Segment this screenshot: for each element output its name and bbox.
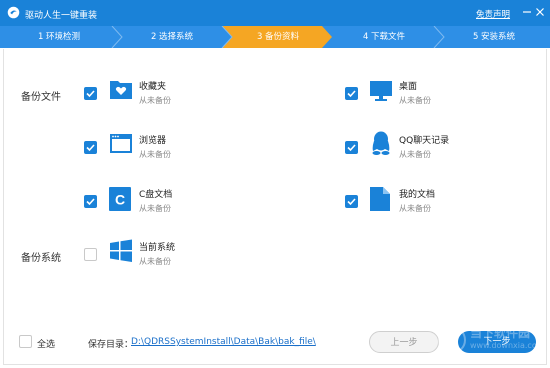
disclaimer-link[interactable]: 免责声明 — [476, 8, 510, 20]
browser-name: 浏览器 — [139, 136, 167, 146]
qq-status: 从未备份 — [399, 150, 431, 159]
mydocs-name: 我的文档 — [399, 190, 436, 200]
check-icon — [86, 90, 95, 98]
watermark-title: 当下软件园 — [470, 326, 531, 340]
step-5: 5 安装系统 — [472, 32, 516, 42]
save-directory-label: 保存目录： — [88, 340, 134, 350]
desktop-checkbox[interactable] — [345, 87, 358, 100]
cdrive-checkbox[interactable] — [84, 195, 97, 208]
monitor-icon — [370, 81, 392, 101]
watermark: 当下软件园 www.downxia.com — [438, 322, 545, 360]
mydocs-status: 从未备份 — [399, 204, 431, 213]
check-icon — [347, 90, 356, 98]
favorites-status: 从未备份 — [139, 96, 171, 105]
qq-checkbox[interactable] — [345, 141, 358, 154]
desktop-status: 从未备份 — [399, 96, 431, 105]
backup-system-label: 备份系统 — [21, 253, 61, 264]
mydocs-checkbox[interactable] — [345, 195, 358, 208]
step-3: 3 备份资料 — [256, 32, 300, 42]
title-bar: 驱动人生一键重装 免责声明 — [0, 0, 550, 26]
watermark-logo-icon — [438, 326, 466, 354]
system-checkbox[interactable] — [84, 248, 97, 261]
check-icon — [86, 198, 95, 206]
folder-heart-icon — [110, 81, 132, 99]
window-title: 驱动人生一键重装 — [25, 11, 98, 21]
close-icon[interactable] — [534, 6, 546, 18]
select-all-checkbox[interactable] — [19, 335, 32, 348]
select-all-label: 全选 — [37, 340, 56, 350]
check-icon — [86, 144, 95, 152]
step-4: 4 下载文件 — [362, 32, 406, 42]
system-status: 从未备份 — [139, 257, 171, 266]
svg-text:C: C — [115, 192, 125, 208]
qq-name: QQ聊天记录 — [399, 136, 450, 146]
windows-logo-icon — [110, 239, 132, 262]
save-path-link[interactable]: D:\QDRSSystemInstall\Data\Bak\bak_file\ — [131, 337, 316, 347]
system-name: 当前系统 — [139, 243, 176, 253]
browser-status: 从未备份 — [139, 150, 171, 159]
minimize-icon[interactable] — [521, 6, 533, 18]
browser-window-icon — [110, 134, 132, 153]
step-bar: 1 环境检测 2 选择系统 3 备份资料 4 下载文件 5 安装系统 — [0, 26, 550, 48]
app-logo-icon — [7, 6, 20, 19]
prev-button[interactable]: 上一步 — [369, 331, 439, 353]
check-icon — [347, 144, 356, 152]
desktop-name: 桌面 — [399, 82, 418, 92]
backup-files-label: 备份文件 — [21, 92, 61, 103]
watermark-sub: www.downxia.com — [470, 341, 545, 350]
document-icon — [370, 187, 390, 211]
c-drive-doc-icon: C — [109, 187, 131, 211]
cdrive-name: C盘文档 — [139, 190, 173, 200]
favorites-name: 收藏夹 — [139, 82, 167, 92]
cdrive-status: 从未备份 — [139, 204, 171, 213]
step-1: 1 环境检测 — [37, 32, 81, 42]
step-2: 2 选择系统 — [150, 32, 194, 42]
qq-penguin-icon — [372, 131, 390, 155]
browser-checkbox[interactable] — [84, 141, 97, 154]
favorites-checkbox[interactable] — [84, 87, 97, 100]
check-icon — [347, 198, 356, 206]
